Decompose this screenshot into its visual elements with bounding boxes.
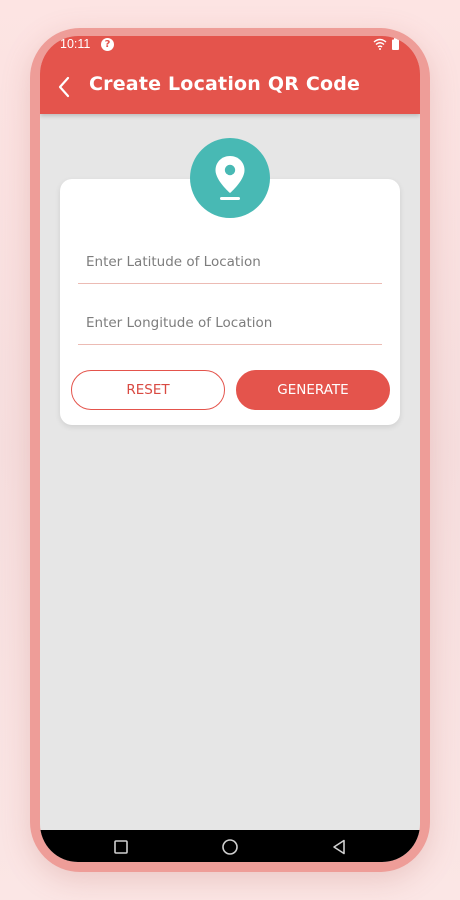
page-title: Create Location QR Code — [89, 73, 361, 95]
location-badge — [190, 138, 270, 218]
app-screen: 10:11 ? Create Location QR Code RESET GE… — [40, 36, 420, 862]
generate-button[interactable]: GENERATE — [236, 370, 390, 410]
home-circle-icon[interactable] — [221, 838, 239, 856]
wifi-icon — [373, 38, 387, 50]
battery-icon — [392, 38, 399, 50]
latitude-input[interactable] — [78, 240, 382, 284]
location-pin-icon — [215, 156, 245, 200]
longitude-input[interactable] — [78, 301, 382, 345]
status-bar: 10:11 ? — [40, 36, 420, 54]
back-triangle-icon[interactable] — [330, 838, 348, 856]
recents-square-icon[interactable] — [112, 838, 130, 856]
system-nav-bar — [40, 830, 420, 862]
back-chevron-icon[interactable] — [52, 72, 78, 102]
alert-icon: ? — [101, 38, 114, 51]
reset-button[interactable]: RESET — [71, 370, 225, 410]
app-header: 10:11 ? Create Location QR Code — [40, 36, 420, 114]
status-time: 10:11 — [60, 37, 91, 51]
